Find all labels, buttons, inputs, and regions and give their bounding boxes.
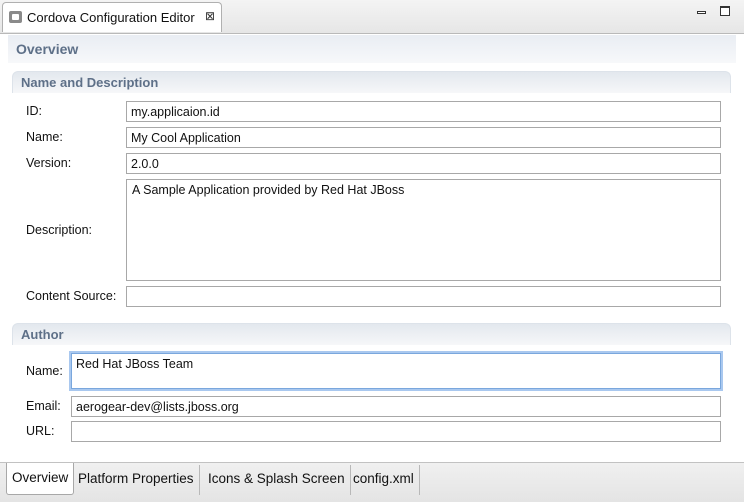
editor-tab[interactable]: Cordova Configuration Editor ⊠	[2, 2, 222, 32]
editor-tab-bar: Cordova Configuration Editor ⊠	[0, 0, 744, 34]
editor-page-tabs: Overview Platform Properties Icons & Spl…	[0, 462, 744, 502]
description-field[interactable]: A Sample Application provided by Red Hat…	[126, 179, 721, 281]
version-label: Version:	[26, 156, 72, 170]
page-title-bar: Overview	[8, 35, 736, 63]
author-email-label: Email:	[26, 399, 61, 413]
author-email-field[interactable]	[71, 396, 721, 417]
description-label: Description:	[26, 223, 92, 237]
tab-platform-properties[interactable]: Platform Properties	[73, 465, 200, 495]
cordova-config-file-icon	[9, 11, 22, 23]
tab-overview[interactable]: Overview	[6, 463, 75, 495]
editor-tab-title: Cordova Configuration Editor	[27, 10, 195, 25]
section-heading: Author	[21, 327, 64, 342]
content-source-label: Content Source:	[26, 289, 117, 303]
name-description-section-header[interactable]: Name and Description	[12, 71, 731, 93]
id-field[interactable]	[126, 101, 721, 122]
maximize-icon[interactable]	[718, 4, 732, 18]
id-label: ID:	[26, 104, 42, 118]
close-icon[interactable]: ⊠	[203, 8, 217, 24]
content-source-field[interactable]	[126, 286, 721, 307]
version-field[interactable]	[126, 153, 721, 174]
author-name-label: Name:	[26, 364, 63, 378]
tab-config-xml[interactable]: config.xml	[348, 465, 420, 495]
page-title: Overview	[16, 41, 79, 57]
name-label: Name:	[26, 130, 63, 144]
author-url-field[interactable]	[71, 421, 721, 442]
author-name-field[interactable]: Red Hat JBoss Team	[71, 353, 721, 389]
section-heading: Name and Description	[21, 75, 159, 90]
author-url-label: URL:	[26, 424, 55, 438]
author-section-header[interactable]: Author	[12, 323, 731, 345]
tab-icons-splash-screen[interactable]: Icons & Splash Screen	[203, 465, 351, 495]
name-field[interactable]	[126, 127, 721, 148]
minimize-icon[interactable]	[695, 4, 709, 18]
